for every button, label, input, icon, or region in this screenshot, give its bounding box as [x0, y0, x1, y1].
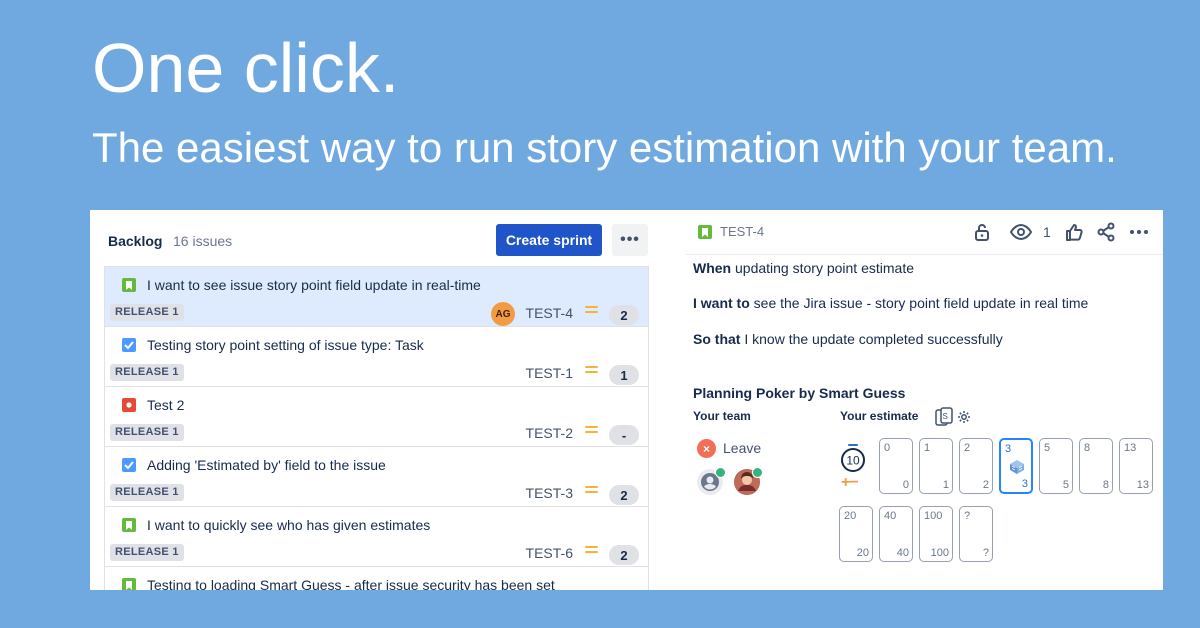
backlog-title: Backlog	[108, 233, 163, 249]
watch-count: 1	[1043, 224, 1051, 240]
team-member-avatar	[697, 467, 726, 495]
estimate-card-20[interactable]: 20 20	[839, 506, 873, 562]
assignee-avatar: AG	[491, 302, 515, 326]
issue-summary: I want to quickly see who has given esti…	[147, 517, 431, 533]
timer-value: 10	[846, 454, 860, 468]
voted-check-icon	[715, 467, 726, 478]
task-icon	[122, 338, 136, 352]
smart-guess-logo-icon	[1010, 460, 1024, 474]
release-lozenge: RELEASE 1	[110, 424, 184, 441]
estimate-card-5[interactable]: 55	[1039, 438, 1073, 494]
story-points-badge: -	[609, 425, 639, 445]
estimate-card-3-selected[interactable]: 3 3	[999, 438, 1033, 494]
story-so-that: So that I know the update completed succ…	[693, 331, 1003, 347]
release-lozenge: RELEASE 1	[110, 304, 184, 321]
headline: One click.	[92, 29, 400, 107]
leave-icon[interactable]: ×	[697, 439, 716, 458]
eye-icon[interactable]	[1009, 222, 1033, 242]
backlog-panel: Backlog 16 issues Create sprint ••• I wa…	[90, 210, 650, 590]
thumbs-up-icon[interactable]	[1064, 222, 1084, 242]
your-team-label: Your team	[693, 409, 751, 423]
story-icon	[122, 578, 136, 590]
issue-summary: Adding 'Estimated by' field to the issue	[147, 457, 386, 473]
planning-poker-title: Planning Poker by Smart Guess	[693, 385, 906, 401]
leave-button[interactable]: Leave	[723, 440, 761, 456]
release-lozenge: RELEASE 1	[110, 364, 184, 381]
issue-row-test-4[interactable]: I want to see issue story point field up…	[105, 267, 648, 327]
estimate-card-unknown[interactable]: ??	[959, 506, 993, 562]
estimate-card-1[interactable]: 11	[919, 438, 953, 494]
create-sprint-button[interactable]: Create sprint	[496, 224, 602, 256]
task-icon	[122, 458, 136, 472]
story-icon	[122, 278, 136, 292]
subheadline: The easiest way to run story estimation …	[92, 124, 1117, 171]
story-points-badge: 1	[609, 365, 639, 385]
story-want: I want to see the Jira issue - story poi…	[693, 295, 1089, 311]
timer-icon[interactable]: 10	[840, 443, 866, 473]
smart-guess-cards-icon[interactable]: S	[934, 407, 954, 427]
story-icon	[122, 518, 136, 532]
lock-icon[interactable]	[972, 222, 992, 242]
issue-summary: Test 2	[147, 397, 185, 413]
more-icon: •••	[620, 231, 640, 248]
priority-medium-icon	[585, 546, 598, 556]
issue-summary: Testing story point setting of issue typ…	[147, 337, 424, 353]
story-points-badge: 2	[609, 485, 639, 505]
settings-gear-icon[interactable]	[957, 410, 971, 424]
issue-key[interactable]: TEST-3	[526, 485, 573, 501]
estimate-card-0[interactable]: 00	[879, 438, 913, 494]
bug-icon	[122, 398, 136, 412]
issue-detail-panel: TEST-4 1 When updating story point estim…	[686, 210, 1163, 590]
share-icon[interactable]	[1096, 222, 1116, 242]
issue-row-test-3[interactable]: Adding 'Estimated by' field to the issue…	[105, 447, 648, 507]
toolbar-divider	[686, 254, 1163, 255]
priority-medium-icon	[585, 306, 598, 316]
issue-key[interactable]: TEST-4	[526, 305, 573, 321]
team-member-avatar	[734, 467, 763, 495]
issue-key-breadcrumb[interactable]: TEST-4	[720, 224, 764, 239]
more-icon[interactable]	[1128, 222, 1150, 242]
issue-key[interactable]: TEST-1	[526, 365, 573, 381]
screenshot-panel: Backlog 16 issues Create sprint ••• I wa…	[90, 210, 1163, 590]
priority-medium-icon	[585, 426, 598, 436]
voted-check-icon	[752, 467, 763, 478]
backlog-issue-count: 16 issues	[173, 233, 233, 249]
issue-summary: I want to see issue story point field up…	[147, 277, 481, 293]
priority-medium-icon	[585, 486, 598, 496]
issue-row-test-1[interactable]: Testing story point setting of issue typ…	[105, 327, 648, 387]
estimate-card-13[interactable]: 13 13	[1119, 438, 1153, 494]
issue-row-partial[interactable]: Testing to loading Smart Guess - after i…	[105, 567, 648, 590]
release-lozenge: RELEASE 1	[110, 544, 184, 561]
release-lozenge: RELEASE 1	[110, 484, 184, 501]
issue-key[interactable]: TEST-2	[526, 425, 573, 441]
issue-summary: Testing to loading Smart Guess - after i…	[147, 577, 555, 590]
estimate-card-40[interactable]: 40 40	[879, 506, 913, 562]
estimate-card-8[interactable]: 88	[1079, 438, 1113, 494]
story-points-badge: 2	[609, 545, 639, 565]
adjust-timer-button[interactable]: +−	[841, 474, 859, 492]
svg-text:S: S	[943, 412, 948, 421]
issue-list: I want to see issue story point field up…	[104, 266, 649, 590]
story-icon	[698, 225, 712, 239]
estimate-card-2[interactable]: 22	[959, 438, 993, 494]
priority-medium-icon	[585, 366, 598, 376]
issue-row-test-6[interactable]: I want to quickly see who has given esti…	[105, 507, 648, 567]
estimate-card-100[interactable]: 100 100	[919, 506, 953, 562]
story-points-badge: 2	[609, 305, 639, 325]
backlog-more-button[interactable]: •••	[612, 224, 648, 256]
your-estimate-label: Your estimate	[840, 409, 919, 423]
issue-row-test-2[interactable]: Test 2 RELEASE 1 TEST-2 -	[105, 387, 648, 447]
issue-key[interactable]: TEST-6	[526, 545, 573, 561]
story-when: When updating story point estimate	[693, 260, 914, 276]
